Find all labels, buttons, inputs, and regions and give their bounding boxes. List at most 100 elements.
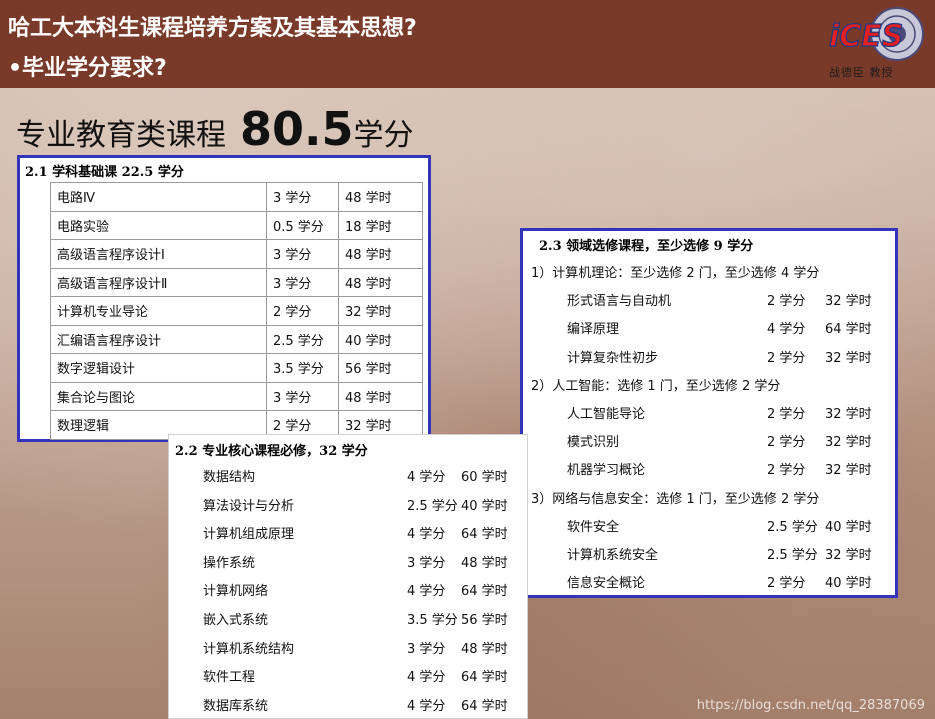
course-credits: 2 学分 — [767, 294, 806, 310]
list-item: 软件工程 4 学分 64 学时 — [169, 661, 529, 689]
section-2-2-title: 2.2 专业核心课程必修，32 学分 — [175, 444, 368, 459]
course-name-cell: 汇编语言程序设计 — [50, 324, 267, 354]
section-2-3-title: 2.3 领域选修课程，至少选修 9 学分 — [539, 239, 754, 254]
list-item: 计算机系统安全 2.5 学分 32 学时 — [523, 544, 895, 570]
hours-cell: 56 学时 — [338, 353, 423, 383]
list-item: 机器学习概论 2 学分 32 学时 — [523, 459, 895, 485]
credits-cell: 2.5 学分 — [266, 324, 339, 354]
course-name: 计算复杂性初步 — [567, 350, 659, 366]
table-row: 高级语言程序设计Ⅰ 3 学分 48 学时 — [50, 239, 423, 269]
hours-cell: 48 学时 — [338, 267, 423, 297]
course-credits: 2 学分 — [767, 350, 806, 366]
course-credits: 3 学分 — [407, 641, 446, 657]
course-hours: 32 学时 — [825, 294, 872, 310]
course-name: 模式识别 — [567, 435, 620, 451]
list-item: 人工智能导论 2 学分 32 学时 — [523, 403, 895, 429]
list-item: 计算机网络 4 学分 64 学时 — [169, 575, 529, 603]
section-2-1-box: 2.1 学科基础课 22.5 学分 电路Ⅳ 3 学分 48 学时 电路实验 0.5 学分… — [17, 155, 431, 442]
course-credits: 4 学分 — [767, 322, 806, 338]
credits-cell: 3.5 学分 — [266, 353, 339, 383]
course-hours: 32 学时 — [825, 548, 872, 563]
list-item: 编译原理 4 学分 64 学时 — [523, 318, 895, 344]
course-hours: 64 学时 — [461, 698, 508, 714]
list-item: 操作系统 3 学分 48 学时 — [169, 547, 529, 575]
list-item: 模式识别 2 学分 32 学时 — [523, 431, 895, 457]
list-item: 软件安全 2.5 学分 40 学时 — [523, 516, 895, 542]
table-row: 汇编语言程序设计 2.5 学分 40 学时 — [50, 324, 423, 354]
credits-cell: 3 学分 — [266, 239, 339, 269]
ices-logo: iCES 战德臣 教授 — [823, 6, 927, 82]
course-credits: 2.5 学分 — [767, 548, 818, 563]
course-name: 嵌入式系统 — [203, 613, 269, 628]
course-name-cell: 电路实验 — [50, 210, 267, 240]
logo-text: iCES — [829, 19, 903, 54]
course-credits: 3 学分 — [407, 555, 446, 571]
table-row: 高级语言程序设计Ⅱ 3 学分 48 学时 — [50, 267, 423, 297]
course-name-cell: 计算机专业导论 — [50, 296, 267, 326]
hours-cell: 18 学时 — [338, 210, 423, 240]
credits-cell: 3 学分 — [266, 267, 339, 297]
list-item: 算法设计与分析 2.5 学分 40 学时 — [169, 490, 529, 518]
hours-cell: 48 学时 — [338, 182, 423, 212]
course-hours: 64 学时 — [461, 527, 508, 543]
course-name: 形式语言与自动机 — [567, 294, 672, 310]
course-name: 计算机组成原理 — [203, 527, 295, 543]
course-hours: 64 学时 — [461, 670, 508, 686]
section-2-1-title: 2.1 学科基础课 22.5 学分 — [25, 165, 184, 180]
table-row: 计算机专业导论 2 学分 32 学时 — [50, 296, 423, 326]
list-item: 计算机组成原理 4 学分 64 学时 — [169, 518, 529, 546]
course-name: 人工智能导论 — [567, 407, 646, 422]
course-credits: 2 学分 — [767, 407, 806, 422]
course-name: 软件安全 — [567, 519, 620, 535]
course-hours: 64 学时 — [825, 322, 872, 338]
header-title: 哈工大本科生课程培养方案及其基本思想? — [8, 16, 417, 41]
course-credits: 4 学分 — [407, 670, 446, 686]
course-hours: 40 学时 — [825, 519, 872, 535]
header-subtitle: •毕业学分要求? — [8, 56, 167, 81]
course-credits: 4 学分 — [407, 527, 446, 543]
course-hours: 48 学时 — [461, 641, 508, 657]
section-2-2-box: 2.2 专业核心课程必修，32 学分 数据结构 4 学分 60 学时 算法设计与分析 2… — [168, 434, 528, 719]
main-title-number: 80.5 — [240, 102, 354, 156]
list-item: 计算复杂性初步 2 学分 32 学时 — [523, 347, 895, 373]
credits-cell: 3 学分 — [266, 381, 339, 411]
hours-cell: 48 学时 — [338, 239, 423, 269]
main-title: 专业教育类课程 80.5学分 — [16, 102, 414, 156]
credits-cell: 3 学分 — [266, 182, 339, 212]
section-2-1-table: 电路Ⅳ 3 学分 48 学时 电路实验 0.5 学分 18 学时 高级语言程序设计Ⅰ 3 学分… — [50, 182, 423, 440]
section-2-3-box: 2.3 领域选修课程，至少选修 9 学分 1）计算机理论：至少选修 2 门，至少… — [520, 228, 898, 598]
course-hours: 40 学时 — [461, 498, 508, 514]
table-row: 电路实验 0.5 学分 18 学时 — [50, 210, 423, 240]
course-hours: 32 学时 — [825, 463, 872, 479]
course-credits: 4 学分 — [407, 698, 446, 714]
course-hours: 48 学时 — [461, 555, 508, 571]
course-credits: 4 学分 — [407, 470, 446, 485]
course-name: 编译原理 — [567, 322, 620, 338]
main-title-suffix: 学分 — [353, 118, 414, 153]
list-item: 数据结构 4 学分 60 学时 — [169, 461, 529, 489]
course-name: 操作系统 — [203, 555, 256, 571]
course-name: 计算机网络 — [203, 584, 269, 600]
course-credits: 2 学分 — [767, 435, 806, 451]
hours-cell: 40 学时 — [338, 324, 423, 354]
course-credits: 2.5 学分 — [407, 498, 458, 514]
main-title-prefix: 专业教育类课程 — [16, 118, 226, 153]
hours-cell: 32 学时 — [338, 296, 423, 326]
list-item: 信息安全概论 2 学分 40 学时 — [523, 572, 895, 598]
course-hours: 40 学时 — [825, 576, 872, 592]
course-name-cell: 高级语言程序设计Ⅰ — [50, 239, 267, 269]
table-row: 数字逻辑设计 3.5 学分 56 学时 — [50, 353, 423, 383]
hours-cell: 48 学时 — [338, 381, 423, 411]
watermark: https://blog.csdn.net/qq_28387069 — [696, 698, 925, 713]
course-name: 数据库系统 — [203, 698, 269, 714]
course-credits: 2 学分 — [767, 463, 806, 479]
course-name: 计算机系统结构 — [203, 641, 295, 657]
logo-caption: 战德臣 教授 — [829, 66, 894, 79]
list-item: 数据库系统 4 学分 64 学时 — [169, 690, 529, 718]
course-name-cell: 集合论与图论 — [50, 381, 267, 411]
course-name: 机器学习概论 — [567, 463, 646, 479]
course-hours: 60 学时 — [461, 470, 508, 485]
credits-cell: 0.5 学分 — [266, 210, 339, 240]
list-item: 形式语言与自动机 2 学分 32 学时 — [523, 290, 895, 316]
credits-cell: 2 学分 — [266, 296, 339, 326]
